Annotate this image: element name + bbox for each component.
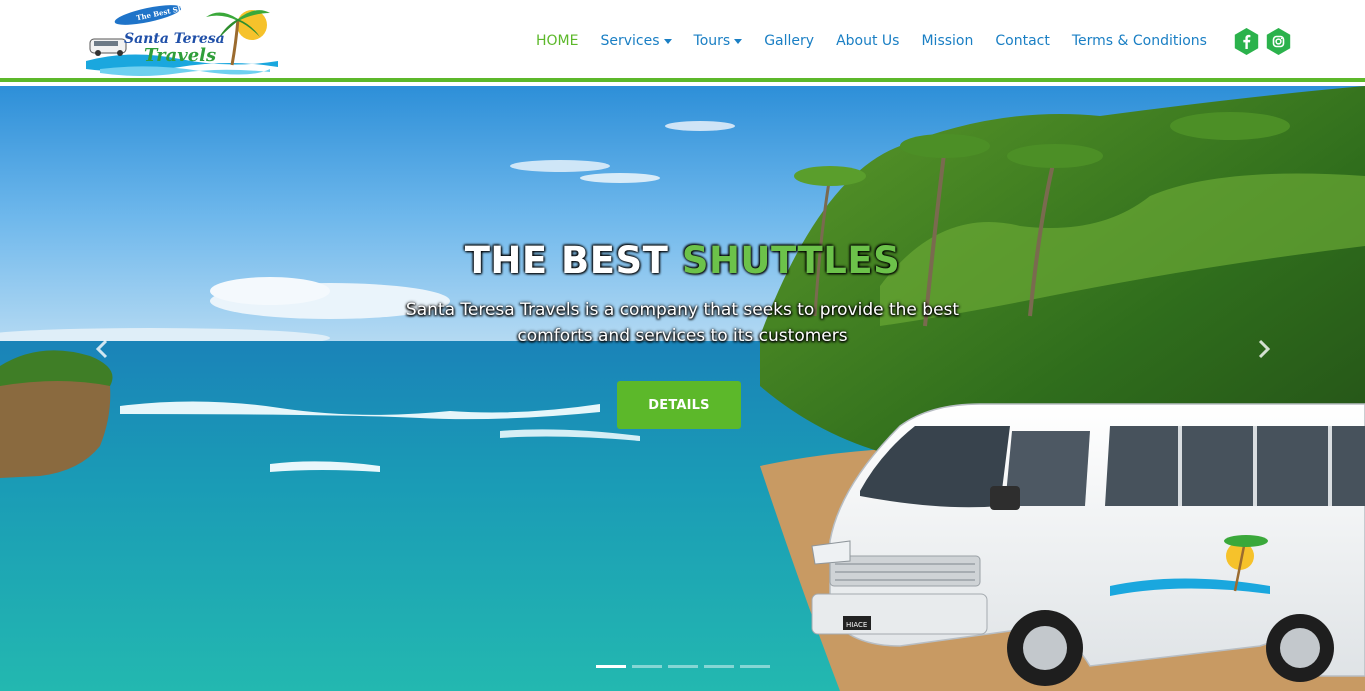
shuttle-van-image: HIACE: [811, 403, 1365, 686]
nav-item-tours[interactable]: Tours: [694, 33, 743, 49]
carousel-indicator[interactable]: [596, 665, 626, 668]
carousel-next-button[interactable]: [1254, 338, 1274, 360]
nav-item-about-us[interactable]: About Us: [836, 33, 899, 49]
brand-logo[interactable]: The Best Shuttles Santa Teresa Travels: [80, 3, 280, 77]
carousel-indicator[interactable]: [632, 665, 662, 668]
van-model-badge: HIACE: [846, 621, 867, 629]
nav-item-label: Contact: [995, 33, 1050, 49]
nav-item-label: HOME: [536, 33, 579, 49]
nav-item-terms[interactable]: Terms & Conditions: [1072, 33, 1207, 49]
nav-item-label: Tours: [693, 33, 731, 49]
nav-item-label: Gallery: [764, 33, 815, 49]
carousel-prev-button[interactable]: [92, 338, 112, 360]
nav-item-home[interactable]: HOME: [536, 33, 578, 49]
facebook-icon[interactable]: [1233, 28, 1260, 55]
nav-item-mission[interactable]: Mission: [921, 33, 973, 49]
hero-title-accent: SHUTTLES: [681, 239, 901, 282]
nav-item-label: Mission: [921, 33, 974, 49]
carousel-indicator[interactable]: [668, 665, 698, 668]
chevron-right-icon: [1258, 339, 1271, 359]
carousel-indicator[interactable]: [740, 665, 770, 668]
logo-name-line2: Travels: [144, 45, 216, 66]
main-navigation: HOME Services Tours Gallery About Us Mis…: [525, 30, 1218, 52]
logo-tagline-text: The Best Shuttles: [135, 3, 205, 22]
hero-title-main: THE BEST: [464, 239, 669, 282]
caret-down-icon: [663, 39, 672, 44]
nav-item-services[interactable]: Services: [600, 33, 672, 49]
nav-item-contact[interactable]: Contact: [995, 33, 1049, 49]
details-button[interactable]: DETAILS: [617, 381, 741, 429]
site-header: The Best Shuttles Santa Teresa Travels H…: [0, 0, 1365, 82]
hero-carousel: HIACE THE BEST SHUTTLES Santa Teresa Tra…: [0, 86, 1365, 691]
nav-item-gallery[interactable]: Gallery: [764, 33, 814, 49]
instagram-icon[interactable]: [1265, 28, 1292, 55]
chevron-left-icon: [95, 339, 108, 359]
hero-subtitle: Santa Teresa Travels is a company that s…: [405, 300, 960, 346]
nav-item-label: Services: [600, 33, 660, 49]
nav-item-label: Terms & Conditions: [1071, 33, 1207, 49]
caret-down-icon: [734, 39, 743, 44]
nav-item-label: About Us: [836, 33, 900, 49]
carousel-indicators: [596, 665, 776, 668]
carousel-indicator[interactable]: [704, 665, 734, 668]
hero-title: THE BEST SHUTTLES: [0, 239, 1365, 282]
